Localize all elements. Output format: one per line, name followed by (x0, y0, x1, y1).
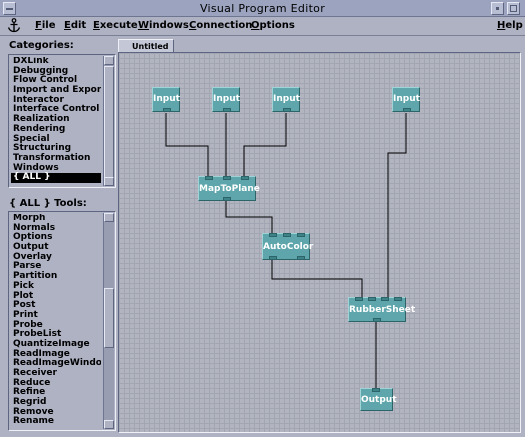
menu-edit[interactable]: Edit (64, 20, 86, 31)
window-title: Visual Program Editor (199, 2, 326, 15)
node-output[interactable]: Output (360, 388, 397, 411)
output-port[interactable] (163, 108, 171, 112)
anchor-icon[interactable] (7, 18, 21, 33)
node-input-1[interactable]: Input (152, 87, 180, 112)
node-label: Input (393, 94, 420, 104)
tools-list[interactable]: Morph Normals Options Output Overlay Parse Par… (8, 211, 116, 431)
list-item[interactable]: { ALL } (11, 173, 101, 183)
input-port[interactable] (372, 388, 380, 392)
menu-options[interactable]: Options (251, 20, 295, 31)
input-port[interactable] (381, 297, 389, 301)
categories-label: Categories: (9, 40, 74, 51)
output-port[interactable] (297, 256, 305, 260)
input-port[interactable] (223, 176, 231, 180)
scroll-up-arrow-icon[interactable] (104, 213, 114, 222)
node-label: AutoColor (263, 242, 314, 252)
scroll-down-arrow-icon[interactable] (104, 420, 114, 429)
output-port[interactable] (373, 318, 381, 322)
title-bar: Visual Program Editor (0, 0, 525, 17)
input-port[interactable] (269, 233, 277, 237)
node-label: Input (213, 94, 240, 104)
node-label: Input (273, 94, 300, 104)
menu-windows[interactable]: Windows (138, 20, 189, 31)
menu-help[interactable]: Help (497, 20, 523, 31)
input-port[interactable] (355, 297, 363, 301)
node-maptoplane[interactable]: MapToPlane (198, 176, 260, 201)
input-port[interactable] (394, 297, 402, 301)
node-rubbersheet[interactable]: RubberSheet (348, 297, 416, 322)
scroll-down-arrow-icon[interactable] (104, 177, 114, 186)
output-port[interactable] (283, 108, 291, 112)
wire (243, 113, 287, 176)
minimize-button[interactable] (491, 2, 504, 15)
node-input-2[interactable]: Input (212, 87, 240, 112)
wire (387, 113, 407, 297)
output-port[interactable] (223, 197, 231, 201)
node-label: Input (153, 94, 180, 104)
node-input-3[interactable]: Input (272, 87, 300, 112)
input-port[interactable] (297, 233, 305, 237)
output-port[interactable] (223, 108, 231, 112)
node-label: Output (361, 395, 397, 405)
menu-connection[interactable]: Connection (189, 20, 252, 31)
node-label: RubberSheet (349, 305, 416, 315)
input-port[interactable] (241, 176, 249, 180)
program-canvas[interactable]: Input Input Input Input MapToPlane AutoC… (118, 52, 521, 433)
tab-untitled[interactable]: Untitled (118, 39, 174, 53)
wire (225, 201, 273, 233)
output-port[interactable] (269, 256, 277, 260)
scroll-up-arrow-icon[interactable] (104, 56, 114, 65)
menu-execute[interactable]: Execute (93, 20, 138, 31)
maximize-button[interactable] (507, 2, 520, 15)
input-port[interactable] (368, 297, 376, 301)
node-input-4[interactable]: Input (392, 87, 420, 112)
scroll-thumb[interactable] (104, 288, 114, 348)
input-port[interactable] (283, 233, 291, 237)
categories-scrollbar[interactable] (103, 56, 114, 186)
wire (165, 113, 209, 176)
menu-file[interactable]: File (35, 20, 55, 31)
scroll-thumb[interactable] (104, 66, 114, 178)
node-autocolor[interactable]: AutoColor (262, 233, 314, 260)
wire (271, 260, 363, 297)
output-port[interactable] (403, 108, 411, 112)
tools-scrollbar[interactable] (103, 213, 114, 429)
categories-list[interactable]: DXLink Debugging Flow Control Import and Ex… (8, 54, 116, 188)
menu-bar: File Edit Execute Windows Connection Opt… (0, 17, 525, 36)
input-port[interactable] (205, 176, 213, 180)
node-label: MapToPlane (199, 184, 260, 194)
list-item[interactable]: Rename (11, 417, 101, 427)
tools-label: { ALL } Tools: (9, 198, 87, 209)
